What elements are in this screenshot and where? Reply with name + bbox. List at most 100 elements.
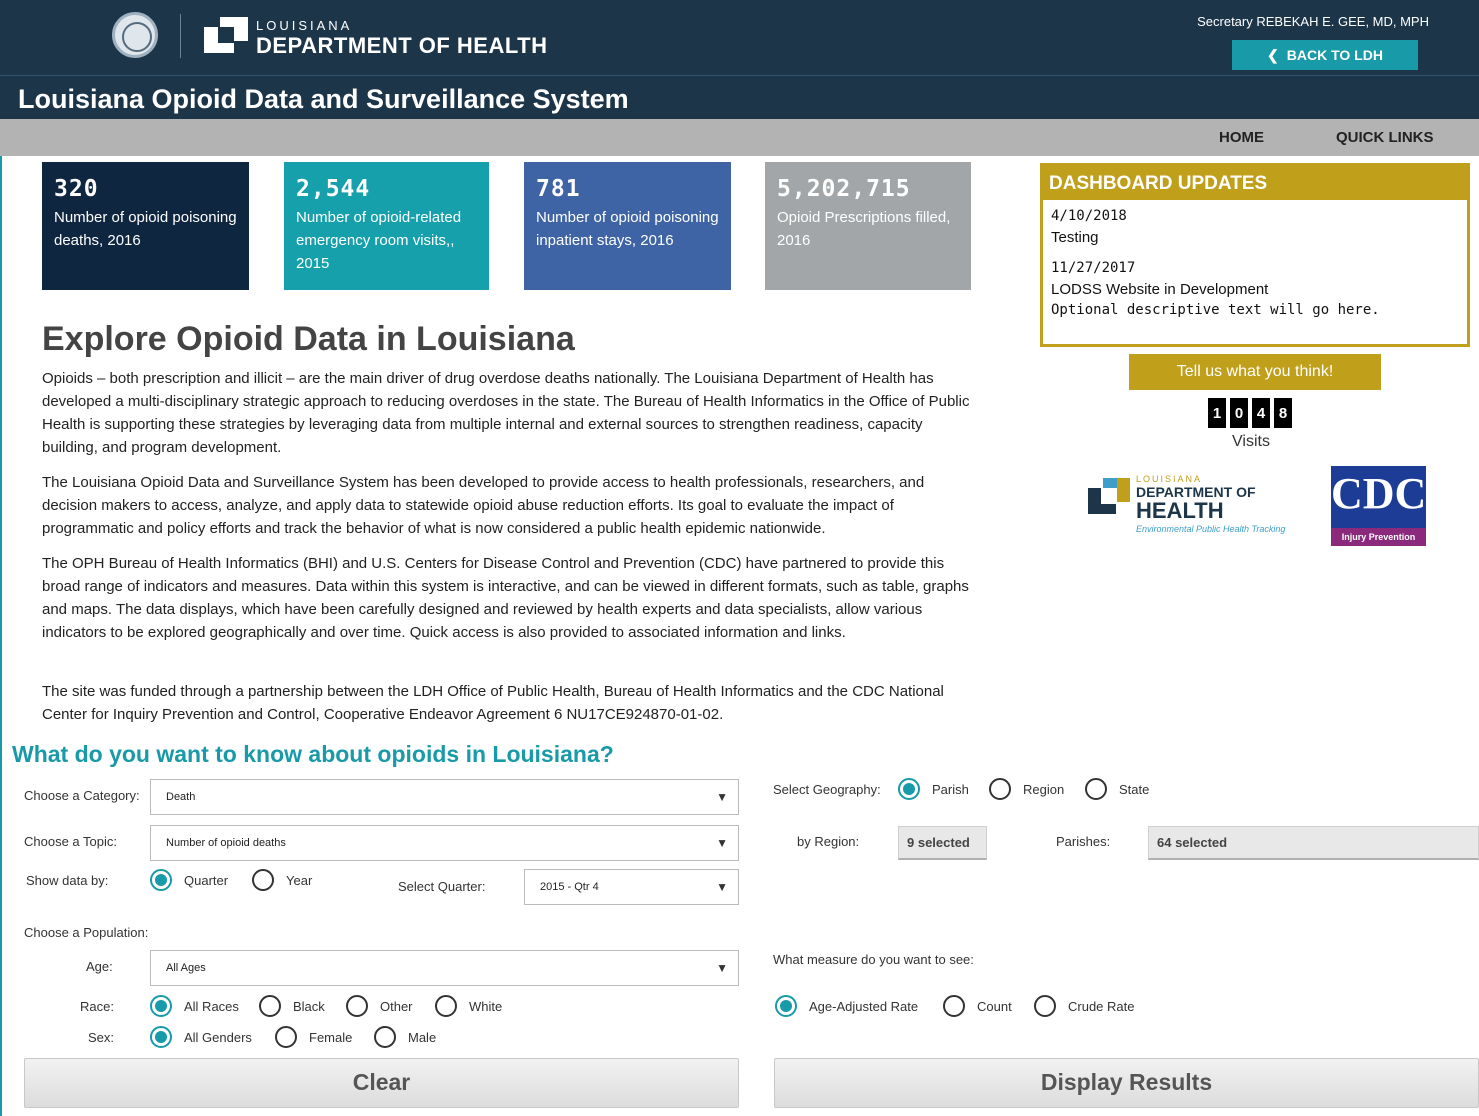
race-label: Race: bbox=[80, 999, 114, 1014]
counter-digit: 8 bbox=[1273, 397, 1293, 429]
page-title: Louisiana Opioid Data and Surveillance S… bbox=[18, 84, 629, 114]
intro-paragraph: The OPH Bureau of Health Informatics (BH… bbox=[42, 555, 969, 641]
dashboard-updates-heading: DASHBOARD UPDATES bbox=[1043, 166, 1467, 200]
dashboard-updates-list: 4/10/2018 Testing 11/27/2017 LODSS Websi… bbox=[1043, 200, 1467, 326]
radio-unselected-icon bbox=[1085, 778, 1107, 800]
ldh-logo-line2: HEALTH bbox=[1136, 498, 1224, 523]
stat-label: Opioid Prescriptions filled, 2016 bbox=[777, 209, 951, 249]
stat-value: 5,202,715 bbox=[777, 176, 911, 202]
radio-selected-icon bbox=[150, 869, 172, 891]
geography-label: Select Geography: bbox=[773, 782, 881, 797]
intro-paragraph: Opioids – both prescription and illicit … bbox=[42, 370, 970, 456]
cdc-logo-tagline: Injury Prevention bbox=[1331, 528, 1426, 546]
visits-label: Visits bbox=[1232, 433, 1270, 450]
radio-unselected-icon bbox=[435, 995, 457, 1017]
main-nav: HOME QUICK LINKS bbox=[0, 119, 1479, 156]
race-black-radio[interactable]: Black bbox=[259, 995, 325, 1017]
state-seal-logo bbox=[112, 12, 158, 58]
population-label: Choose a Population: bbox=[24, 925, 149, 940]
counter-digit: 1 bbox=[1207, 397, 1227, 429]
update-title: LODSS Website in Development bbox=[1051, 281, 1269, 298]
counter-digit: 0 bbox=[1229, 397, 1249, 429]
age-select[interactable]: All Ages ▼ bbox=[150, 950, 739, 986]
radio-label: White bbox=[469, 998, 503, 1014]
radio-unselected-icon bbox=[252, 869, 274, 891]
display-results-button[interactable]: Display Results bbox=[774, 1058, 1479, 1108]
cdc-logo[interactable]: CDC Injury Prevention bbox=[1331, 466, 1426, 546]
nav-home-link[interactable]: HOME bbox=[1219, 129, 1264, 146]
dashboard-updates-panel: DASHBOARD UPDATES 4/10/2018 Testing 11/2… bbox=[1040, 163, 1470, 347]
measure-age-adjusted-radio[interactable]: Age-Adjusted Rate bbox=[775, 995, 918, 1017]
category-value: Death bbox=[166, 791, 196, 803]
topic-label: Choose a Topic: bbox=[24, 834, 117, 849]
category-select[interactable]: Death ▼ bbox=[150, 779, 739, 815]
quarter-select[interactable]: 2015 - Qtr 4 ▼ bbox=[524, 869, 739, 905]
intro-paragraph: The site was funded through a partnershi… bbox=[42, 683, 944, 723]
radio-label: Black bbox=[293, 998, 325, 1014]
nav-quick-links[interactable]: QUICK LINKS bbox=[1336, 129, 1434, 146]
radio-unselected-icon bbox=[943, 995, 965, 1017]
radio-label: Age-Adjusted Rate bbox=[809, 998, 919, 1014]
race-other-radio[interactable]: Other bbox=[346, 995, 413, 1017]
radio-unselected-icon bbox=[275, 1026, 297, 1048]
update-date: 4/10/2018 bbox=[1051, 208, 1127, 224]
ldh-logo-icon bbox=[204, 17, 248, 57]
cdc-logo-text: CDC bbox=[1331, 469, 1427, 518]
stat-label: Number of opioid poisoning inpatient sta… bbox=[536, 209, 719, 249]
stat-value: 2,544 bbox=[296, 176, 371, 202]
back-to-ldh-button[interactable]: ❮ BACK TO LDH bbox=[1232, 40, 1418, 70]
ldh-tracking-logo[interactable]: LOUISIANA DEPARTMENT OF HEALTH Environme… bbox=[1088, 472, 1308, 540]
ldh-logo-small: LOUISIANA bbox=[1136, 474, 1203, 484]
stat-value: 320 bbox=[54, 176, 99, 202]
dropdown-arrow-icon: ▼ bbox=[716, 961, 728, 975]
query-section-heading: What do you want to know about opioids i… bbox=[12, 741, 614, 767]
radio-label: Female bbox=[309, 1029, 353, 1045]
radio-selected-icon bbox=[150, 1026, 172, 1048]
visit-counter: 1 0 4 8 bbox=[1207, 397, 1293, 429]
region-multiselect[interactable]: 9 selected bbox=[898, 826, 987, 860]
geo-region-radio[interactable]: Region bbox=[989, 778, 1064, 800]
chevron-left-icon: ❮ bbox=[1267, 47, 1279, 63]
showby-label: Show data by: bbox=[26, 873, 109, 888]
feedback-button[interactable]: Tell us what you think! bbox=[1129, 354, 1381, 390]
dropdown-arrow-icon: ▼ bbox=[716, 880, 728, 894]
radio-label: Male bbox=[408, 1029, 437, 1045]
radio-label: Count bbox=[977, 998, 1012, 1014]
measure-count-radio[interactable]: Count bbox=[943, 995, 1012, 1017]
geo-parish-radio[interactable]: Parish bbox=[898, 778, 969, 800]
radio-label: All Races bbox=[184, 998, 239, 1014]
radio-selected-icon bbox=[898, 778, 920, 800]
race-all-radio[interactable]: All Races bbox=[150, 995, 239, 1017]
parishes-multiselect[interactable]: 64 selected bbox=[1148, 826, 1479, 860]
radio-label: Parish bbox=[932, 781, 969, 797]
radio-label: State bbox=[1119, 781, 1150, 797]
clear-button[interactable]: Clear bbox=[24, 1058, 739, 1108]
measure-crude-rate-radio[interactable]: Crude Rate bbox=[1034, 995, 1134, 1017]
ldh-logo-small-text: LOUISIANA bbox=[256, 18, 353, 33]
radio-unselected-icon bbox=[989, 778, 1011, 800]
header-divider bbox=[180, 14, 181, 58]
sex-all-radio[interactable]: All Genders bbox=[150, 1026, 252, 1048]
geo-state-radio[interactable]: State bbox=[1085, 778, 1149, 800]
stat-label: Number of opioid-related emergency room … bbox=[296, 209, 462, 272]
sex-male-radio[interactable]: Male bbox=[374, 1026, 436, 1048]
ldh-mark-icon bbox=[1088, 478, 1130, 518]
radio-selected-icon bbox=[150, 995, 172, 1017]
showby-quarter-radio[interactable]: Quarter bbox=[150, 869, 228, 891]
update-text: Optional descriptive text will go here. bbox=[1051, 302, 1380, 318]
stat-tile-er-visits: 2,544 Number of opioid-related emergency… bbox=[284, 162, 489, 290]
radio-label: Crude Rate bbox=[1068, 998, 1135, 1014]
parishes-label: Parishes: bbox=[1056, 834, 1111, 849]
topic-select[interactable]: Number of opioid deaths ▼ bbox=[150, 825, 739, 861]
radio-selected-icon bbox=[775, 995, 797, 1017]
dropdown-arrow-icon: ▼ bbox=[716, 790, 728, 804]
region-label: by Region: bbox=[797, 834, 860, 849]
sex-female-radio[interactable]: Female bbox=[275, 1026, 352, 1048]
race-white-radio[interactable]: White bbox=[435, 995, 502, 1017]
radio-label: Other bbox=[380, 998, 413, 1014]
sex-label: Sex: bbox=[88, 1030, 115, 1045]
radio-unselected-icon bbox=[374, 1026, 396, 1048]
ldh-logo-tagline: Environmental Public Health Tracking bbox=[1136, 524, 1286, 534]
ldh-logo-text: DEPARTMENT OF HEALTH bbox=[256, 33, 548, 58]
showby-year-radio[interactable]: Year bbox=[252, 869, 312, 891]
